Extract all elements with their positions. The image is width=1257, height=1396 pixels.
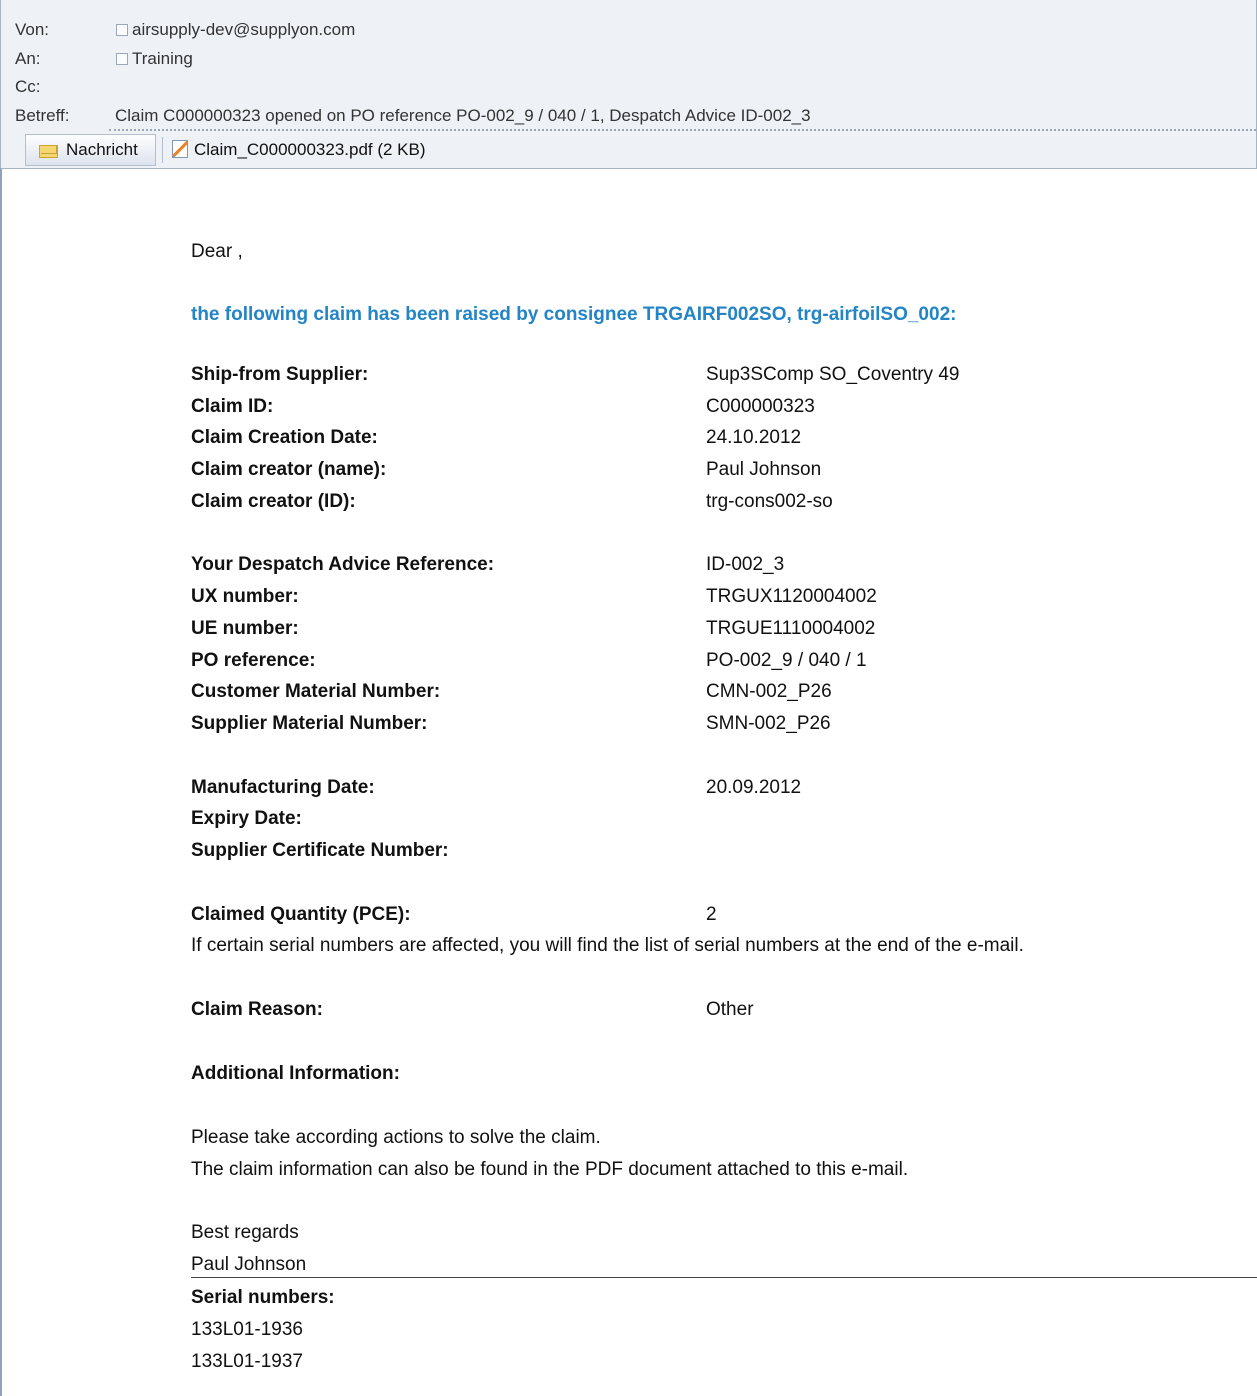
greeting: Dear , [191, 241, 243, 262]
field-label: Claim creator (ID): [191, 491, 356, 512]
message-header: Von: airsupply-dev@supplyon.com An: Trai… [0, 0, 1257, 168]
field-label: Your Despatch Advice Reference: [191, 554, 495, 575]
attachment-label: Claim_C000000323.pdf (2 KB) [194, 140, 426, 159]
from-value[interactable]: airsupply-dev@supplyon.com [116, 17, 355, 43]
to-address: Training [132, 49, 193, 68]
field-value: CMN-002_P26 [706, 681, 832, 702]
field-value: 2 [706, 904, 717, 925]
from-label: Von: [15, 20, 50, 39]
field-value: 20.09.2012 [706, 777, 802, 798]
tab-divider [162, 137, 163, 163]
field-label: Claim Reason: [191, 999, 323, 1020]
to-row: An: Training [1, 46, 1256, 72]
serial-item: 133L01-1937 [191, 1351, 303, 1372]
tab-message[interactable]: Nachricht [25, 134, 156, 166]
field-label: Claim ID: [191, 396, 274, 417]
field-label: Ship-from Supplier: [191, 364, 369, 385]
pdf-icon [172, 140, 188, 158]
field-label: Expiry Date: [191, 808, 302, 829]
field-value: PO-002_9 / 040 / 1 [706, 650, 867, 671]
tab-message-label: Nachricht [66, 140, 138, 159]
cc-row: Cc: [1, 74, 1256, 100]
to-value[interactable]: Training [116, 46, 193, 72]
field-value: Paul Johnson [706, 459, 822, 480]
field-value: 24.10.2012 [706, 427, 802, 448]
subject-row: Betreff: Claim C000000323 opened on PO r… [1, 103, 1256, 129]
pdf-line: The claim information can also be found … [191, 1159, 909, 1180]
action-line: Please take according actions to solve t… [191, 1127, 601, 1148]
checkbox-icon [116, 24, 128, 36]
field-value: trg-cons002-so [706, 491, 833, 512]
field-label: Supplier Material Number: [191, 713, 428, 734]
signature: Paul Johnson [191, 1254, 307, 1275]
field-value: TRGUE1110004002 [706, 618, 876, 639]
message-body: Dear , the following claim has been rais… [0, 168, 1257, 1396]
field-label: UX number: [191, 586, 299, 607]
field-label: Customer Material Number: [191, 681, 441, 702]
header-divider [109, 129, 1256, 131]
intro-text: the following claim has been raised by c… [191, 304, 957, 325]
field-value: Sup3SComp SO_Coventry 49 [706, 364, 960, 385]
cc-label: Cc: [15, 77, 41, 96]
from-row: Von: airsupply-dev@supplyon.com [1, 17, 1256, 43]
checkbox-icon [116, 53, 128, 65]
field-label: Supplier Certificate Number: [191, 840, 449, 861]
field-value: C000000323 [706, 396, 815, 417]
field-label: PO reference: [191, 650, 316, 671]
divider [191, 1277, 1257, 1278]
closing: Best regards [191, 1222, 299, 1243]
field-value: ID-002_3 [706, 554, 785, 575]
serial-heading: Serial numbers: [191, 1287, 335, 1308]
to-label: An: [15, 49, 41, 68]
field-value: TRGUX1120004002 [706, 586, 877, 607]
envelope-icon [39, 145, 58, 158]
field-label: Claimed Quantity (PCE): [191, 904, 411, 925]
field-label: Claim Creation Date: [191, 427, 378, 448]
field-label: Claim creator (name): [191, 459, 387, 480]
field-label: UE number: [191, 618, 299, 639]
subject-value: Claim C000000323 opened on PO reference … [115, 106, 811, 125]
attachment-pdf[interactable]: Claim_C000000323.pdf (2 KB) [172, 135, 426, 165]
serial-item: 133L01-1936 [191, 1319, 303, 1340]
subject-label: Betreff: [15, 106, 70, 125]
field-value: SMN-002_P26 [706, 713, 831, 734]
field-label: Manufacturing Date: [191, 777, 375, 798]
field-label: Additional Information: [191, 1063, 400, 1084]
field-value: Other [706, 999, 754, 1020]
from-address: airsupply-dev@supplyon.com [132, 20, 356, 39]
serial-note: If certain serial numbers are affected, … [191, 935, 1024, 956]
